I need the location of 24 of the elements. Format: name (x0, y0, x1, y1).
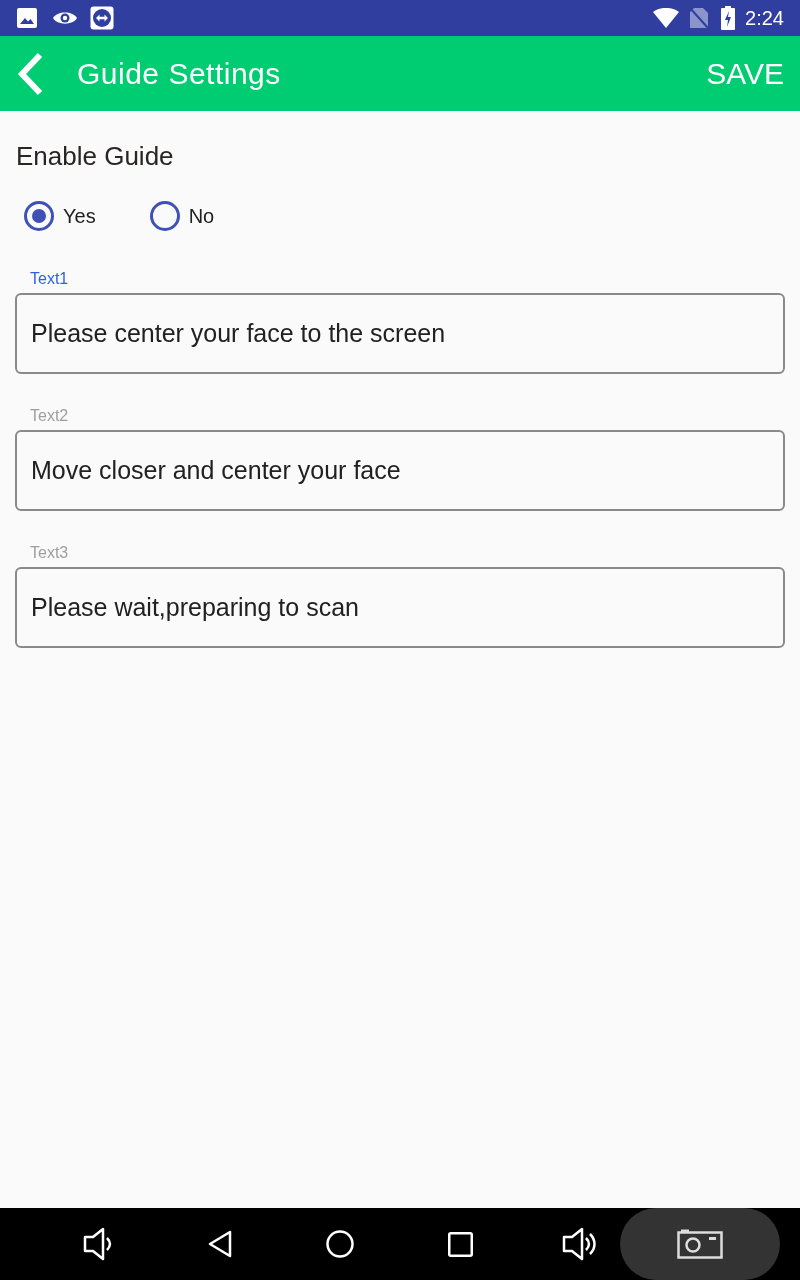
home-circle-icon (326, 1230, 354, 1258)
camera-icon (677, 1229, 723, 1259)
eye-icon (52, 9, 78, 27)
back-triangle-icon (207, 1230, 233, 1258)
field-label: Text2 (30, 407, 70, 425)
text-field[interactable]: Please wait,preparing to scan (15, 567, 785, 648)
text-field[interactable]: Please center your face to the screen (15, 293, 785, 374)
volume-down-icon (83, 1227, 113, 1261)
double-arrow-icon (90, 6, 114, 30)
radio-option[interactable]: Yes (24, 201, 96, 231)
field-label: Text1 (30, 270, 70, 288)
volume-up-icon (562, 1227, 598, 1261)
wifi-icon (653, 8, 680, 28)
text-field[interactable]: Move closer and center your face (15, 430, 785, 511)
status-time: 2:24 (745, 6, 784, 30)
image-icon (16, 7, 38, 29)
recents-square-icon (447, 1231, 473, 1257)
section-title: Enable Guide (16, 141, 175, 171)
field-label: Text3 (30, 544, 70, 562)
battery-charging-icon (721, 6, 736, 30)
back-chevron-icon (16, 51, 44, 96)
screen-title: Guide Settings (77, 55, 281, 92)
radio-option[interactable]: No (149, 201, 215, 231)
no-sim-icon (689, 7, 710, 29)
